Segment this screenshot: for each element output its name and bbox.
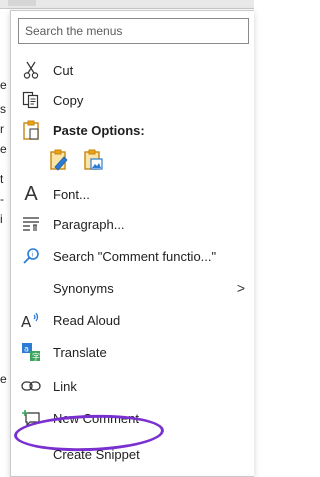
paragraph-icon [11,216,51,232]
scissors-icon [11,61,51,79]
search-menus-input[interactable]: Search the menus [18,18,249,44]
menu-item-font[interactable]: A Font... [11,179,255,209]
menu-item-cut[interactable]: Cut [11,55,255,85]
doc-fragment: t [0,172,4,186]
paste-options-header: Paste Options: [11,115,255,145]
link-icon [11,379,51,393]
read-aloud-label: Read Aloud [53,312,121,328]
menu-item-read-aloud[interactable]: A Read Aloud [11,305,255,335]
translate-icon: a字 [11,342,51,362]
link-label: Link [53,378,77,394]
cut-label: Cut [53,62,74,78]
svg-text:i: i [32,252,34,259]
copy-label: Copy [53,92,84,108]
read-aloud-icon: A [11,311,51,329]
ribbon-tab-edge [8,0,36,6]
svg-text:a: a [24,345,29,354]
context-menu: Search the menus Cut Copy Paste Options:… [10,10,254,477]
doc-fragment: i [0,212,3,226]
menu-item-search[interactable]: i Search "Comment functio..." [11,241,255,271]
doc-fragment: e [0,372,7,386]
search-icon: i [11,247,51,265]
font-label: Font... [53,186,90,202]
doc-fragment: - [0,192,4,206]
copy-icon [11,91,51,109]
synonyms-label: Synonyms [53,280,114,296]
paragraph-label: Paragraph... [53,216,125,232]
menu-item-synonyms[interactable]: Synonyms > [11,273,255,303]
paste-buttons [49,149,103,171]
doc-fragment: e [0,78,7,92]
paste-options-label: Paste Options: [53,122,145,138]
paste-picture-icon[interactable] [83,149,103,171]
search-item-label: Search "Comment functio..." [53,248,217,264]
chevron-right-icon: > [236,280,245,296]
paste-keep-formatting-icon[interactable] [49,149,69,171]
create-snippet-label: Create Snippet [53,446,140,462]
doc-fragment: s [0,102,6,116]
svg-text:A: A [21,313,32,329]
font-icon: A [24,182,38,205]
search-placeholder: Search the menus [25,24,123,38]
clipboard-icon [11,120,51,140]
menu-item-link[interactable]: Link [11,371,255,401]
doc-fragment: e [0,142,7,156]
ribbon-edge [0,0,254,9]
menu-item-copy[interactable]: Copy [11,85,255,115]
doc-fragment: r [0,122,4,136]
svg-text:字: 字 [32,352,40,362]
menu-item-paragraph[interactable]: Paragraph... [11,209,255,239]
menu-item-create-snippet[interactable]: Create Snippet [11,439,255,469]
translate-label: Translate [53,344,107,360]
menu-item-translate[interactable]: a字 Translate [11,337,255,367]
